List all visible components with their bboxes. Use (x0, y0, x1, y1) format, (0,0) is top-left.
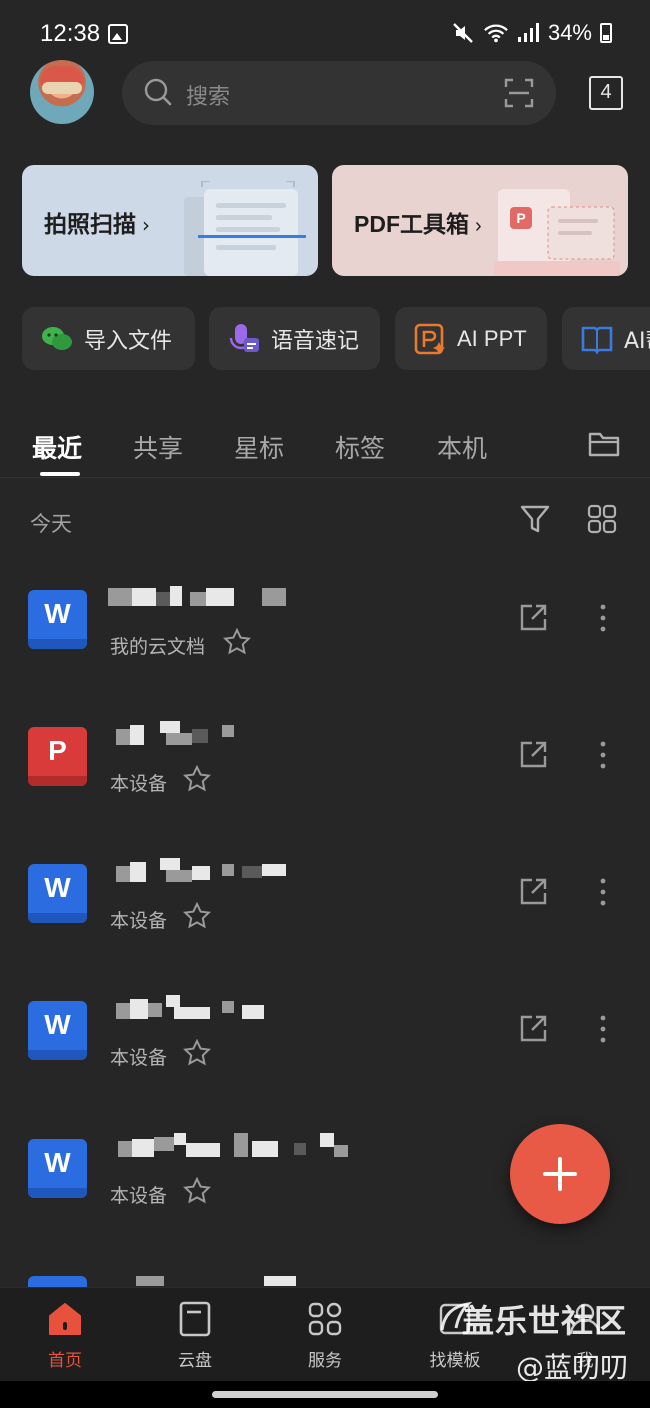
watermark-community: 盖乐世社区 (462, 1302, 628, 1340)
file-name-pixelated (108, 719, 428, 753)
tab-local[interactable]: 本机 (437, 429, 487, 465)
file-location: 本设备 (110, 1185, 168, 1207)
status-time: 12:38 (40, 20, 101, 47)
filter-icon[interactable] (519, 503, 551, 535)
avatar[interactable] (30, 60, 94, 124)
pdf-toolbox-label: PDF工具箱 › (354, 211, 482, 237)
signal-icon (517, 23, 539, 42)
mute-icon (453, 23, 473, 43)
search-bar[interactable]: 搜索 (122, 61, 556, 125)
window-count-button[interactable]: 4 (589, 76, 623, 110)
more-options-icon[interactable] (596, 877, 610, 907)
star-icon[interactable] (183, 765, 211, 793)
ai-ppt-button[interactable]: AI PPT (395, 307, 547, 370)
star-icon[interactable] (183, 1039, 211, 1067)
file-name-pixelated (108, 582, 428, 616)
nav-cloud-drive[interactable]: 云盘 (150, 1300, 240, 1371)
status-bar: 12:38 34% (0, 0, 650, 64)
open-external-icon[interactable] (519, 1014, 548, 1043)
home-icon (49, 1303, 81, 1335)
file-location: 本设备 (110, 773, 168, 795)
gesture-area (0, 1381, 650, 1408)
ai-ppt-label: AI PPT (457, 325, 527, 351)
tab-starred[interactable]: 星标 (234, 429, 284, 465)
active-tab-indicator (40, 472, 80, 476)
voice-note-label: 语音速记 (271, 328, 360, 354)
pdf-document-illustration: P (494, 189, 620, 276)
folder-icon[interactable] (588, 430, 620, 458)
ai-book-icon (581, 326, 613, 355)
gallery-notification-icon (108, 24, 128, 44)
nav-cloud-drive-label: 云盘 (178, 1351, 212, 1371)
open-external-icon[interactable] (519, 603, 548, 632)
photo-scan-label: 拍照扫描 › (44, 212, 150, 238)
open-external-icon[interactable] (519, 740, 548, 769)
wechat-icon (42, 326, 72, 350)
cloud-drive-icon (179, 1301, 211, 1337)
file-location: 我的云文档 (110, 636, 206, 658)
word-file-icon: W (28, 1139, 87, 1198)
file-name-pixelated (108, 993, 428, 1027)
star-icon[interactable] (183, 902, 211, 930)
more-options-icon[interactable] (596, 1014, 610, 1044)
word-file-icon: W (28, 590, 87, 649)
file-row[interactable] (0, 1276, 650, 1287)
ai-ppt-icon (414, 323, 445, 354)
search-placeholder: 搜索 (186, 85, 231, 110)
import-file-label: 导入文件 (84, 328, 173, 354)
nav-templates-label: 找模板 (429, 1351, 481, 1371)
battery-percent: 34% (547, 20, 592, 45)
home-gesture-bar[interactable] (212, 1391, 438, 1398)
pdf-file-icon: P (28, 727, 87, 786)
voice-note-icon (229, 323, 259, 352)
pdf-toolbox-card[interactable]: PDF工具箱 › P (332, 165, 628, 276)
file-name-pixelated (108, 1276, 428, 1287)
nav-home-label: 首页 (48, 1351, 82, 1371)
star-icon[interactable] (183, 1177, 211, 1205)
nav-services[interactable]: 服务 (280, 1300, 370, 1371)
file-name-pixelated (108, 856, 428, 890)
search-icon (144, 78, 172, 106)
star-icon[interactable] (223, 628, 251, 656)
word-file-icon: W (28, 1001, 87, 1060)
import-file-button[interactable]: 导入文件 (22, 307, 195, 370)
scan-document-illustration (184, 181, 306, 276)
voice-note-button[interactable]: 语音速记 (209, 307, 380, 370)
svg-text:P: P (516, 210, 525, 226)
add-button[interactable] (510, 1124, 610, 1224)
scan-icon[interactable] (504, 78, 534, 108)
open-external-icon[interactable] (519, 877, 548, 906)
file-name-pixelated (108, 1131, 428, 1165)
file-row[interactable]: P 本设备 (0, 721, 650, 857)
file-location: 本设备 (110, 1047, 168, 1069)
file-tabs: 最近 共享 星标 标签 本机 (0, 412, 650, 478)
status-indicators: 34% (452, 20, 612, 46)
ai-helper-button[interactable]: AI帮 (562, 307, 650, 370)
file-location: 本设备 (110, 910, 168, 932)
tab-tags[interactable]: 标签 (335, 429, 385, 465)
services-icon (308, 1302, 342, 1336)
ai-helper-label: AI帮 (624, 328, 650, 354)
nav-home[interactable]: 首页 (20, 1300, 110, 1371)
tab-shared[interactable]: 共享 (133, 429, 183, 465)
section-title-today: 今天 (30, 512, 72, 536)
more-options-icon[interactable] (596, 603, 610, 633)
watermark-author: @蓝叨叨 (516, 1351, 629, 1384)
file-row[interactable]: W 我的云文档 (0, 586, 650, 720)
word-file-icon: W (28, 864, 87, 923)
photo-scan-card[interactable]: 拍照扫描 › (22, 165, 318, 276)
file-row[interactable]: W 本设备 (0, 858, 650, 994)
grid-view-icon[interactable] (587, 504, 617, 534)
nav-services-label: 服务 (308, 1351, 342, 1371)
tab-recent[interactable]: 最近 (32, 429, 82, 465)
wifi-icon (484, 24, 508, 43)
more-options-icon[interactable] (596, 740, 610, 770)
word-file-icon (28, 1276, 87, 1287)
file-row[interactable]: W 本设备 (0, 995, 650, 1131)
battery-icon (600, 23, 612, 43)
